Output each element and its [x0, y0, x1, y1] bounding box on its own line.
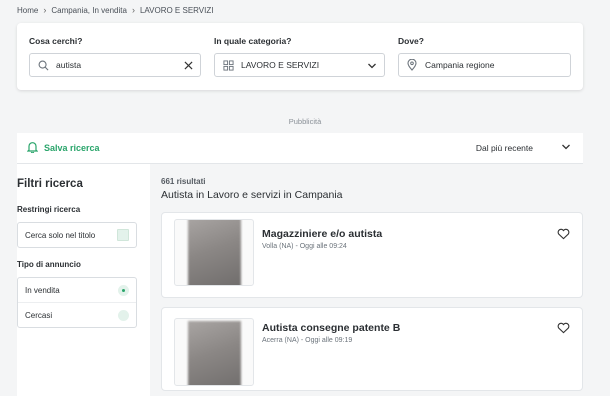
sort-select-value: Dal più recente: [475, 143, 533, 153]
search-input-value: autista: [56, 60, 82, 70]
sort-select[interactable]: Dal più recente: [476, 142, 571, 154]
category-select-value: LAVORO E SERVIZI: [241, 60, 320, 70]
bell-icon: [26, 141, 39, 155]
listing-image: [188, 321, 241, 385]
listing-card[interactable]: Magazziniere e/o autista Volla (NA) - Og…: [161, 212, 583, 298]
chevron-down-icon: [561, 142, 571, 154]
filters-sidebar: Filtri ricerca Restringi ricerca Cerca s…: [17, 164, 150, 396]
save-search-button[interactable]: Salva ricerca: [26, 141, 100, 155]
ad-type-options: In vendita Cercasi: [17, 277, 137, 328]
breadcrumb-region[interactable]: Campania, In vendita: [51, 6, 127, 15]
ad-type-option-label: Cercasi: [25, 310, 53, 320]
category-select[interactable]: LAVORO E SERVIZI: [214, 53, 385, 77]
title-only-checkbox[interactable]: [117, 229, 129, 241]
location-pin-icon: [405, 58, 419, 72]
title-only-filter[interactable]: Cerca solo nel titolo: [17, 222, 137, 248]
location-input-value: Campania regione: [425, 60, 495, 70]
search-input[interactable]: autista: [29, 53, 201, 77]
restrict-label: Restringi ricerca: [17, 205, 81, 214]
location-input[interactable]: Campania regione: [398, 53, 571, 77]
results-toolbar: Salva ricerca Dal più recente: [17, 133, 583, 164]
listing-thumbnail[interactable]: [174, 219, 254, 286]
grid-icon: [221, 58, 235, 72]
listing-thumbnail[interactable]: [174, 318, 254, 386]
listing-title[interactable]: Magazziniere e/o autista: [262, 228, 382, 240]
listing-meta: Volla (NA) - Oggi alle 09:24: [262, 243, 347, 250]
listing-meta: Acerra (NA) - Oggi alle 09:19: [262, 337, 353, 344]
listing-title[interactable]: Autista consegne patente B: [262, 322, 400, 334]
listing-card[interactable]: Autista consegne patente B Acerra (NA) -…: [161, 307, 583, 391]
listing-image: [188, 220, 241, 285]
results-header: 661 risultati Autista in Lavoro e serviz…: [161, 177, 343, 201]
ad-type-option-sale[interactable]: In vendita: [18, 278, 136, 303]
where-label: Dove?: [398, 36, 424, 46]
results-title: Autista in Lavoro e servizi in Campania: [161, 189, 343, 201]
search-panel: Cosa cerchi? autista In quale categoria?…: [17, 23, 583, 90]
save-search-label: Salva ricerca: [44, 143, 100, 153]
ad-type-option-wanted[interactable]: Cercasi: [18, 303, 136, 327]
breadcrumb-category: LAVORO E SERVIZI: [139, 5, 214, 15]
breadcrumb: Home › Campania, In vendita › LAVORO E S…: [17, 5, 213, 15]
radio-selected[interactable]: [118, 284, 129, 296]
breadcrumb-home[interactable]: Home: [17, 6, 38, 15]
title-only-label: Cerca solo nel titolo: [25, 230, 96, 240]
filters-title: Filtri ricerca: [17, 178, 83, 190]
chevron-down-icon: [367, 58, 377, 74]
chevron-right-icon: ›: [43, 5, 47, 15]
ad-type-option-label: In vendita: [25, 285, 60, 295]
clear-icon[interactable]: [184, 58, 193, 73]
chevron-right-icon: ›: [131, 5, 135, 15]
results-count: 661 risultati: [161, 177, 206, 186]
radio-unselected[interactable]: [118, 309, 129, 321]
category-label: In quale categoria?: [214, 36, 292, 46]
heart-icon[interactable]: [557, 321, 570, 339]
heart-icon[interactable]: [557, 227, 570, 245]
ad-label: Pubblicità: [288, 117, 322, 126]
ad-type-label: Tipo di annuncio: [17, 260, 81, 269]
search-icon: [36, 58, 50, 72]
what-label: Cosa cerchi?: [29, 36, 83, 46]
